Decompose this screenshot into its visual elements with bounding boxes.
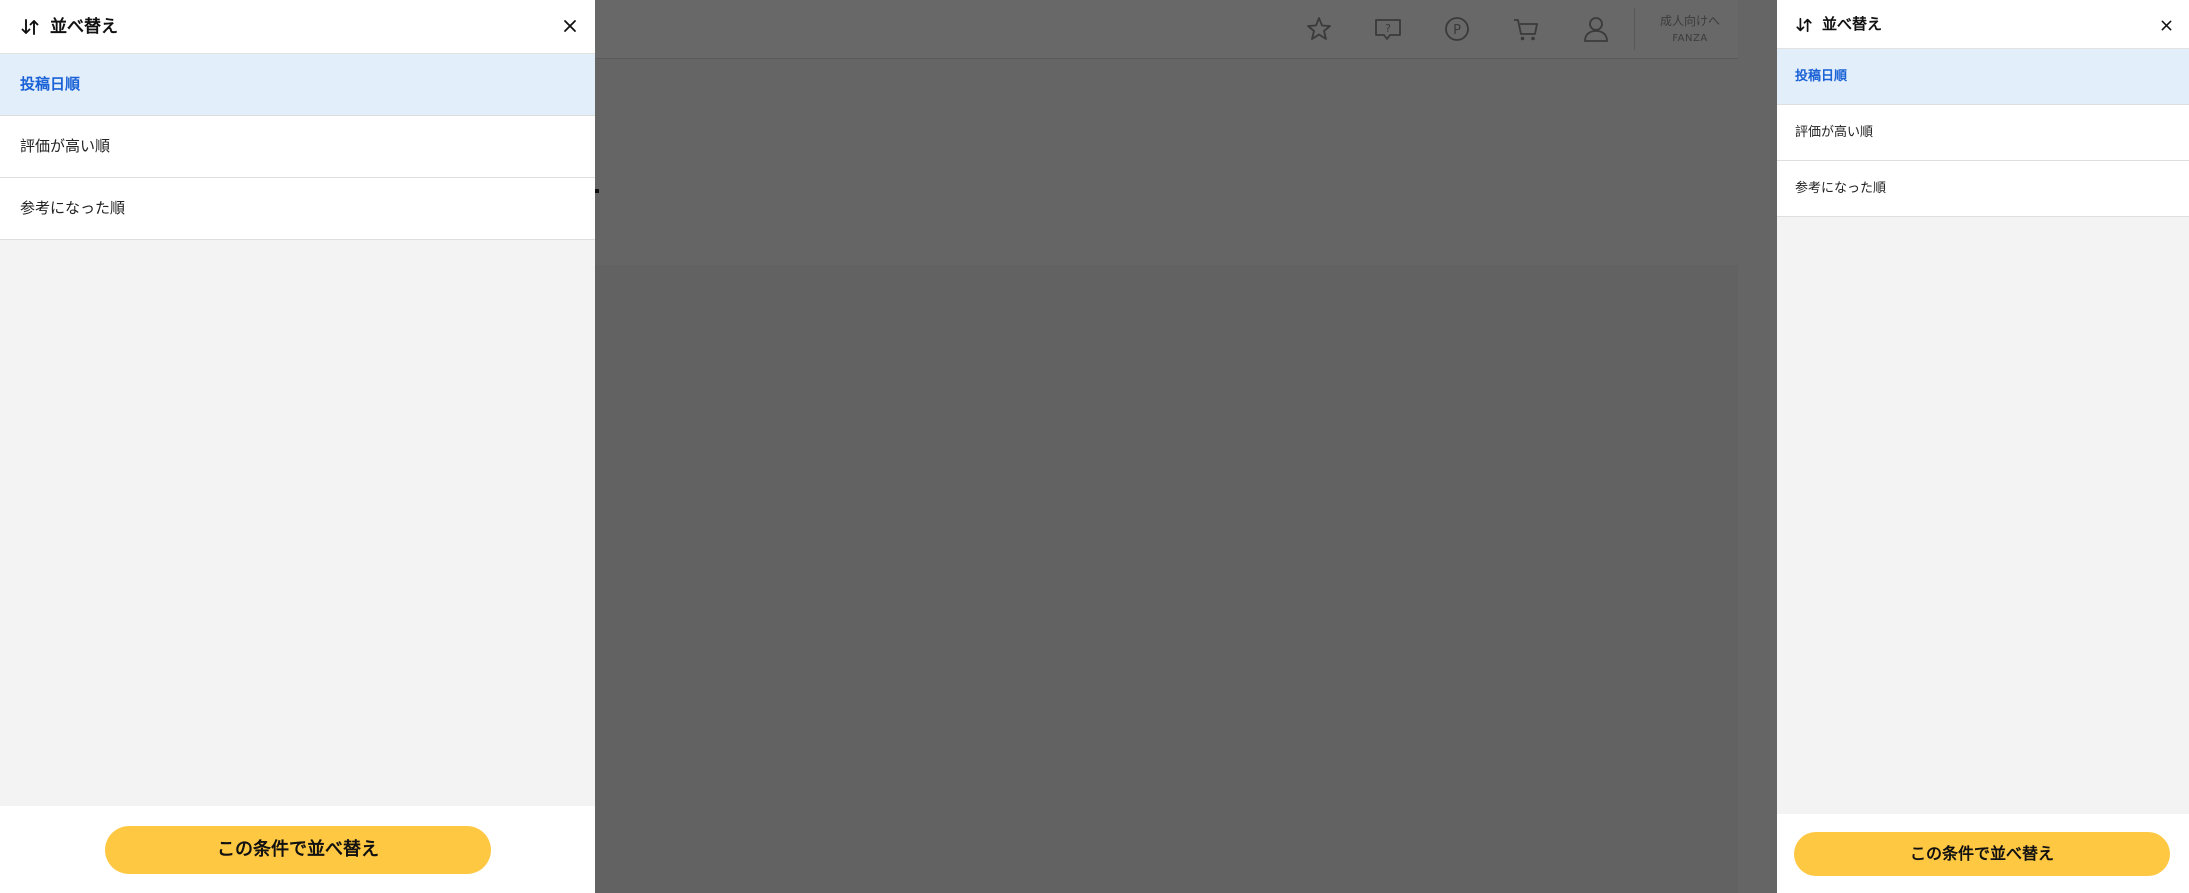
sort-panel-small: 並べ替え 投稿日順 評価が高い順 参考になった順 この条件で並べ替え xyxy=(1777,0,2189,893)
sort-option-date[interactable]: 投稿日順 xyxy=(1777,49,2189,105)
apply-sort-button[interactable]: この条件で並べ替え xyxy=(1794,832,2170,876)
sort-option-label: 参考になった順 xyxy=(20,199,126,217)
sort-option-label: 評価が高い順 xyxy=(20,137,111,155)
sort-panel-footer: この条件で並べ替え xyxy=(1777,814,2189,893)
adult-link-label: 成人向けへ xyxy=(1659,14,1720,28)
sort-option-date[interactable]: 投稿日順 xyxy=(0,54,595,116)
points-icon[interactable]: P xyxy=(1442,14,1472,44)
star-icon[interactable] xyxy=(1304,14,1334,44)
sort-panel-title: 並べ替え xyxy=(50,17,118,37)
user-icon[interactable] xyxy=(1581,14,1611,44)
sort-option-label: 評価が高い順 xyxy=(1795,125,1874,140)
sort-arrows-icon xyxy=(1795,16,1813,34)
sort-panel-title: 並べ替え xyxy=(1822,15,1883,33)
adult-site-link[interactable]: 成人向けへ FANZA xyxy=(1650,14,1730,46)
apply-sort-button[interactable]: この条件で並べ替え xyxy=(105,826,491,874)
sort-option-label: 投稿日順 xyxy=(1795,69,1848,84)
close-icon[interactable] xyxy=(2159,18,2174,33)
sort-option-label: 参考になった順 xyxy=(1795,181,1887,196)
close-icon[interactable] xyxy=(561,17,579,35)
help-bubble-icon[interactable]: ? xyxy=(1373,14,1403,44)
sort-option-label: 投稿日順 xyxy=(20,75,81,93)
cart-icon[interactable] xyxy=(1511,14,1541,44)
sort-panel-footer: この条件で並べ替え xyxy=(0,806,595,893)
header-divider xyxy=(1634,8,1635,50)
overlay-strip xyxy=(1738,0,1777,893)
svg-text:P: P xyxy=(1453,23,1461,38)
sort-arrows-icon xyxy=(20,17,40,37)
sort-panel-header: 並べ替え xyxy=(0,0,595,54)
adult-link-brand: FANZA xyxy=(1672,33,1708,44)
sort-panel-header: 並べ替え xyxy=(1777,0,2189,49)
svg-text:?: ? xyxy=(1385,22,1391,35)
sort-option-rating[interactable]: 評価が高い順 xyxy=(0,116,595,178)
sort-option-rating[interactable]: 評価が高い順 xyxy=(1777,105,2189,161)
sort-panel-large: 並べ替え 投稿日順 評価が高い順 参考になった順 この条件で並べ替え xyxy=(0,0,595,893)
sort-option-helpful[interactable]: 参考になった順 xyxy=(1777,161,2189,217)
sort-option-helpful[interactable]: 参考になった順 xyxy=(0,178,595,240)
scroll-marker xyxy=(595,189,599,193)
